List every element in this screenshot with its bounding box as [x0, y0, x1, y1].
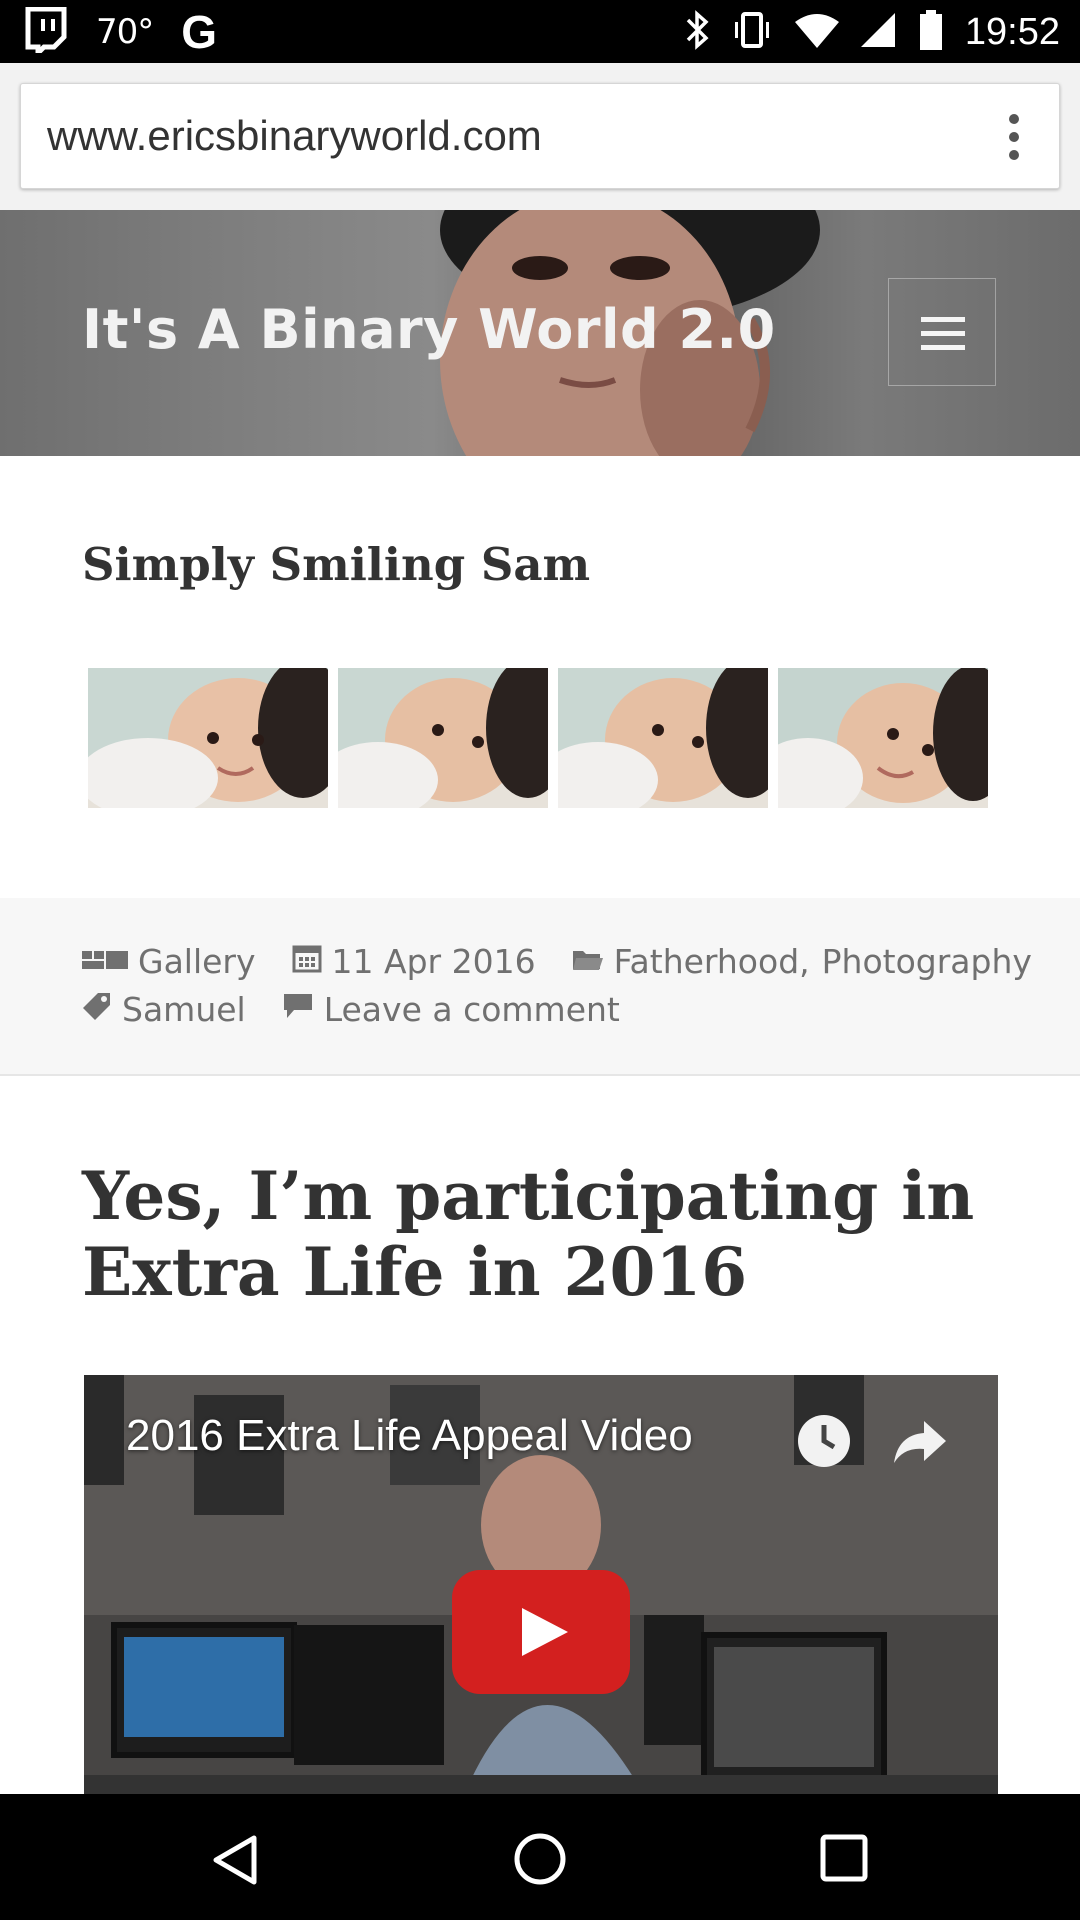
youtube-play-button[interactable] [452, 1570, 630, 1694]
gallery-thumbnail[interactable] [778, 668, 988, 808]
share-icon[interactable] [892, 1417, 948, 1472]
bluetooth-icon [685, 9, 709, 55]
site-title[interactable]: It's A Binary World 2.0 [82, 298, 776, 361]
watch-later-icon[interactable] [796, 1413, 852, 1474]
url-text[interactable]: www.ericsbinaryworld.com [47, 112, 542, 160]
overflow-menu-icon[interactable] [1009, 114, 1021, 160]
system-navigation-bar [0, 1794, 1080, 1920]
wifi-icon [794, 12, 839, 53]
photo-gallery [88, 668, 992, 810]
address-bar[interactable]: www.ericsbinaryworld.com [20, 83, 1060, 189]
browser-toolbar: www.ericsbinaryworld.com [0, 63, 1080, 210]
cell-signal-icon [860, 11, 897, 54]
comment-link[interactable]: Leave a comment [282, 990, 620, 1029]
video-embed[interactable]: 2016 Extra Life Appeal Video [84, 1375, 998, 1795]
status-bar: 70° G 19:52 [0, 0, 1080, 63]
category-link-fatherhood[interactable]: Fatherhood [614, 942, 800, 981]
tag-icon [82, 990, 112, 1029]
post-meta: Gallery 11 Apr 2016 Fatherhood , Photogr… [0, 898, 1080, 1076]
video-title[interactable]: 2016 Extra Life Appeal Video [126, 1411, 693, 1461]
gallery-thumbnail[interactable] [338, 668, 548, 808]
post-meta-row: Gallery 11 Apr 2016 Fatherhood , Photogr… [82, 942, 1068, 981]
tag-label[interactable]: Samuel [122, 990, 246, 1029]
site-header: It's A Binary World 2.0 [0, 210, 1080, 456]
clock: 19:52 [964, 10, 1060, 53]
gallery-thumbnail[interactable] [88, 668, 328, 808]
calendar-icon [292, 942, 322, 981]
post-date[interactable]: 11 Apr 2016 [332, 942, 536, 981]
post-title[interactable]: Simply Smiling Sam [82, 538, 590, 591]
post-meta-row: Samuel Leave a comment [82, 990, 656, 1029]
vibrate-icon [731, 10, 773, 55]
post-categories: Fatherhood , Photography [572, 942, 1032, 981]
back-icon[interactable] [210, 1834, 260, 1891]
post-title[interactable]: Yes, I’m participating in Extra Life in … [82, 1158, 1022, 1310]
weather-temperature: 70° [96, 12, 154, 52]
gallery-thumbnail[interactable] [558, 668, 768, 808]
comment-icon [282, 990, 314, 1029]
menu-toggle-button[interactable] [888, 278, 996, 386]
category-link-photography[interactable]: Photography [822, 942, 1032, 981]
battery-icon [919, 9, 943, 55]
folder-icon [572, 942, 604, 981]
home-icon[interactable] [513, 1832, 567, 1891]
google-icon: G [181, 6, 218, 58]
twitch-notification-icon [24, 6, 68, 59]
post-format-link[interactable]: Gallery [82, 942, 256, 981]
recent-apps-icon[interactable] [820, 1834, 868, 1887]
post-format-label[interactable]: Gallery [138, 942, 256, 981]
comment-link-label[interactable]: Leave a comment [324, 990, 620, 1029]
category-separator: , [799, 942, 810, 981]
post-tag-link[interactable]: Samuel [82, 990, 246, 1029]
post-date-link[interactable]: 11 Apr 2016 [292, 942, 536, 981]
gallery-icon [82, 942, 128, 981]
